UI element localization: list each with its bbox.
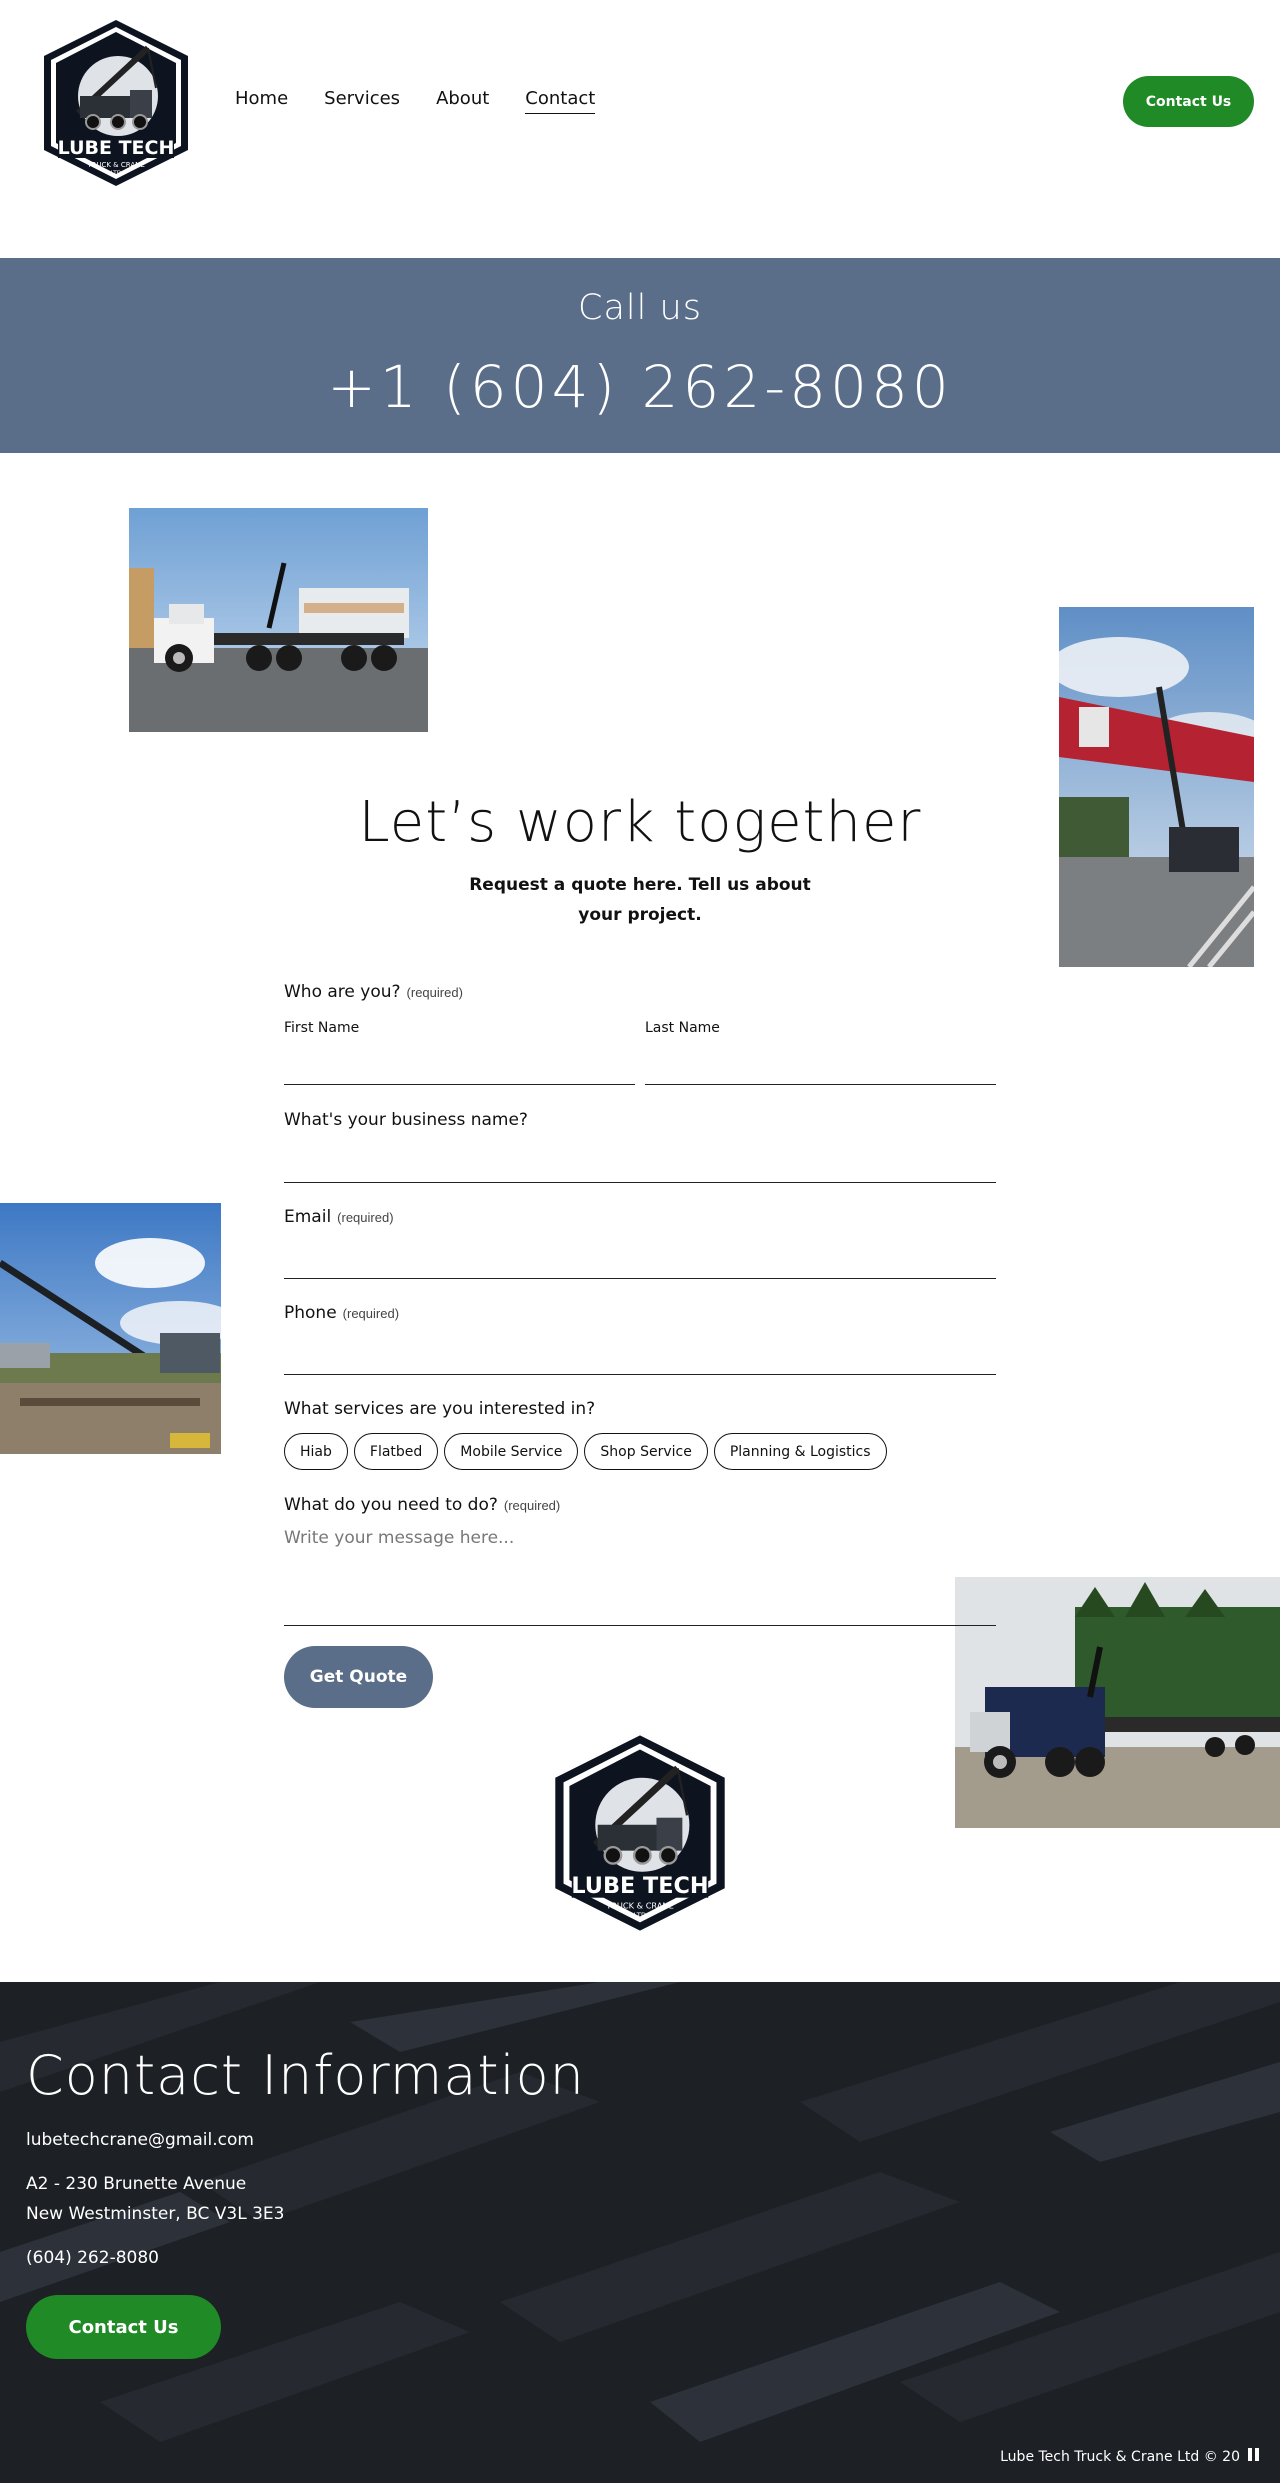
call-us-band: Call us +1 (604) 262-8080 bbox=[0, 258, 1280, 453]
services-label: What services are you interested in? bbox=[284, 1399, 596, 1419]
call-title: Call us bbox=[578, 288, 702, 328]
business-name-field[interactable] bbox=[284, 1145, 996, 1183]
pause-icon[interactable] bbox=[1248, 2448, 1260, 2461]
photo-container-lift bbox=[1059, 607, 1254, 967]
photo-crane-jobsite bbox=[0, 1203, 221, 1454]
page-subheading: Request a quote here. Tell us about your… bbox=[469, 875, 811, 925]
footer-email[interactable]: lubetechcrane@gmail.com bbox=[26, 2130, 254, 2150]
page-heading: Let’s work together bbox=[358, 790, 922, 855]
svg-text:LTD: LTD bbox=[111, 170, 122, 177]
first-name-field[interactable] bbox=[284, 1050, 635, 1085]
who-label: Who are you? bbox=[284, 982, 401, 1002]
footer-address-line1: A2 - 230 Brunette Avenue bbox=[26, 2174, 247, 2194]
center-logo: LUBE TECH TRUCK & CRANE LTD bbox=[547, 1733, 733, 1933]
last-name-field[interactable] bbox=[645, 1050, 996, 1085]
nav-services[interactable]: Services bbox=[324, 88, 400, 114]
message-field[interactable]: Write your message here... bbox=[284, 1528, 996, 1626]
svg-text:TRUCK & CRANE: TRUCK & CRANE bbox=[605, 1900, 674, 1910]
site-footer: Contact Information lubetechcrane@gmail.… bbox=[0, 1982, 1280, 2483]
message-required: (required) bbox=[503, 1498, 561, 1513]
services-options: Hiab Flatbed Mobile Service Shop Service Pla… bbox=[284, 1433, 893, 1470]
business-label: What's your business name? bbox=[284, 1110, 528, 1130]
last-name-label: Last Name bbox=[645, 1020, 720, 1036]
logo-text: LUBE TECH bbox=[58, 137, 175, 159]
photo-flatbed-lumber bbox=[129, 508, 428, 732]
first-name-label: First Name bbox=[284, 1020, 360, 1036]
email-required: (required) bbox=[337, 1210, 394, 1225]
svg-text:TRUCK & CRANE: TRUCK & CRANE bbox=[86, 161, 145, 169]
nav-about[interactable]: About bbox=[436, 88, 489, 114]
footer-contact-button[interactable]: Contact Us bbox=[26, 2295, 221, 2359]
main-nav: Home Services About Contact bbox=[235, 88, 596, 114]
service-option-planning[interactable]: Planning & Logistics bbox=[713, 1433, 887, 1470]
header-contact-button[interactable]: Contact Us bbox=[1123, 76, 1254, 127]
email-label: Email bbox=[284, 1207, 332, 1227]
call-phone[interactable]: +1 (604) 262-8080 bbox=[0, 353, 1280, 421]
logo[interactable]: LUBE TECH TRUCK & CRANE LTD bbox=[38, 18, 194, 188]
message-label: What do you need to do? bbox=[284, 1495, 498, 1515]
nav-contact[interactable]: Contact bbox=[525, 88, 596, 114]
who-required: (required) bbox=[406, 985, 463, 1000]
svg-text:LUBE TECH: LUBE TECH bbox=[571, 1873, 708, 1899]
message-placeholder: Write your message here... bbox=[284, 1528, 515, 1548]
footer-title: Contact Information bbox=[26, 2044, 585, 2107]
get-quote-button[interactable]: Get Quote bbox=[284, 1646, 433, 1708]
service-option-flatbed[interactable]: Flatbed bbox=[353, 1433, 439, 1470]
svg-text:LTD: LTD bbox=[634, 1911, 647, 1920]
service-option-shop[interactable]: Shop Service bbox=[584, 1433, 708, 1470]
phone-field[interactable] bbox=[284, 1335, 996, 1375]
service-option-hiab[interactable]: Hiab bbox=[284, 1433, 348, 1470]
service-option-mobile[interactable]: Mobile Service bbox=[444, 1433, 579, 1470]
email-field[interactable] bbox=[284, 1240, 996, 1279]
phone-label: Phone bbox=[284, 1303, 337, 1323]
phone-required: (required) bbox=[342, 1306, 400, 1321]
footer-address-line2: New Westminster, BC V3L 3E3 bbox=[26, 2204, 285, 2224]
photo-blue-truck-trailer bbox=[955, 1577, 1280, 1828]
site-header: LUBE TECH TRUCK & CRANE LTD Home Service… bbox=[0, 0, 1280, 258]
copyright-text: Lube Tech Truck & Crane Ltd © 20 bbox=[1000, 2449, 1240, 2465]
footer-phone[interactable]: (604) 262-8080 bbox=[26, 2248, 159, 2268]
nav-home[interactable]: Home bbox=[235, 88, 288, 114]
